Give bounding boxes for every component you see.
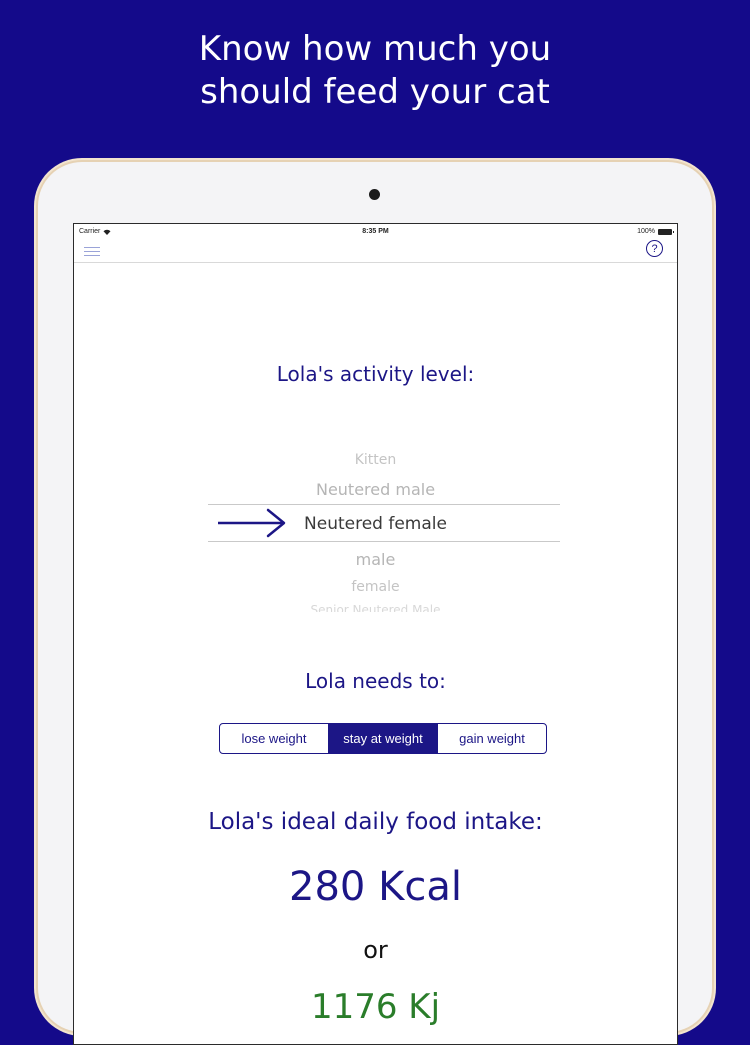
nav-bar: ? (74, 240, 677, 263)
segment-stay-at-weight[interactable]: stay at weight (328, 724, 437, 753)
tablet-device-frame: Carrier 8:35 PM 100% ? Lola's activity l… (38, 162, 712, 1045)
intake-title: Lola's ideal daily food intake: (208, 809, 543, 835)
app-screen: Carrier 8:35 PM 100% ? Lola's activity l… (73, 223, 678, 1045)
battery-percent: 100% (637, 228, 655, 235)
picker-option-male[interactable]: male (74, 550, 677, 569)
kcal-value: 280 Kcal (289, 864, 462, 910)
status-time: 8:35 PM (362, 228, 389, 235)
segment-lose-weight[interactable]: lose weight (220, 724, 328, 753)
kj-value: 1176 Kj (310, 987, 441, 1027)
activity-level-picker[interactable]: Kitten Neutered male Neutered female mal… (74, 384, 677, 612)
hamburger-menu-icon[interactable] (84, 244, 100, 258)
status-right: 100% (637, 228, 674, 235)
headline-line-2: should feed your cat (200, 72, 550, 112)
segment-gain-weight[interactable]: gain weight (437, 724, 546, 753)
picker-selection-top-line (208, 504, 560, 505)
picker-option-neutered-female[interactable]: Neutered female (74, 514, 677, 534)
activity-level-title: Lola's activity level: (276, 362, 475, 386)
camera-icon (369, 189, 380, 200)
weight-goal-segmented-control[interactable]: lose weight stay at weight gain weight (219, 723, 547, 754)
status-bar: Carrier 8:35 PM 100% (74, 224, 677, 240)
picker-option-female[interactable]: female (74, 579, 677, 595)
headline: Know how much you should feed your cat (0, 28, 750, 114)
picker-option-kitten[interactable]: Kitten (74, 452, 677, 468)
needs-title: Lola needs to: (305, 669, 446, 693)
picker-selection-bottom-line (208, 541, 560, 542)
picker-option-neutered-male[interactable]: Neutered male (74, 480, 677, 499)
help-question-icon[interactable]: ? (646, 240, 663, 257)
or-label: or (363, 936, 388, 964)
battery-icon (658, 228, 674, 235)
picker-option-senior-neutered-male[interactable]: Senior Neutered Male (74, 602, 677, 612)
headline-line-1: Know how much you (198, 29, 552, 69)
